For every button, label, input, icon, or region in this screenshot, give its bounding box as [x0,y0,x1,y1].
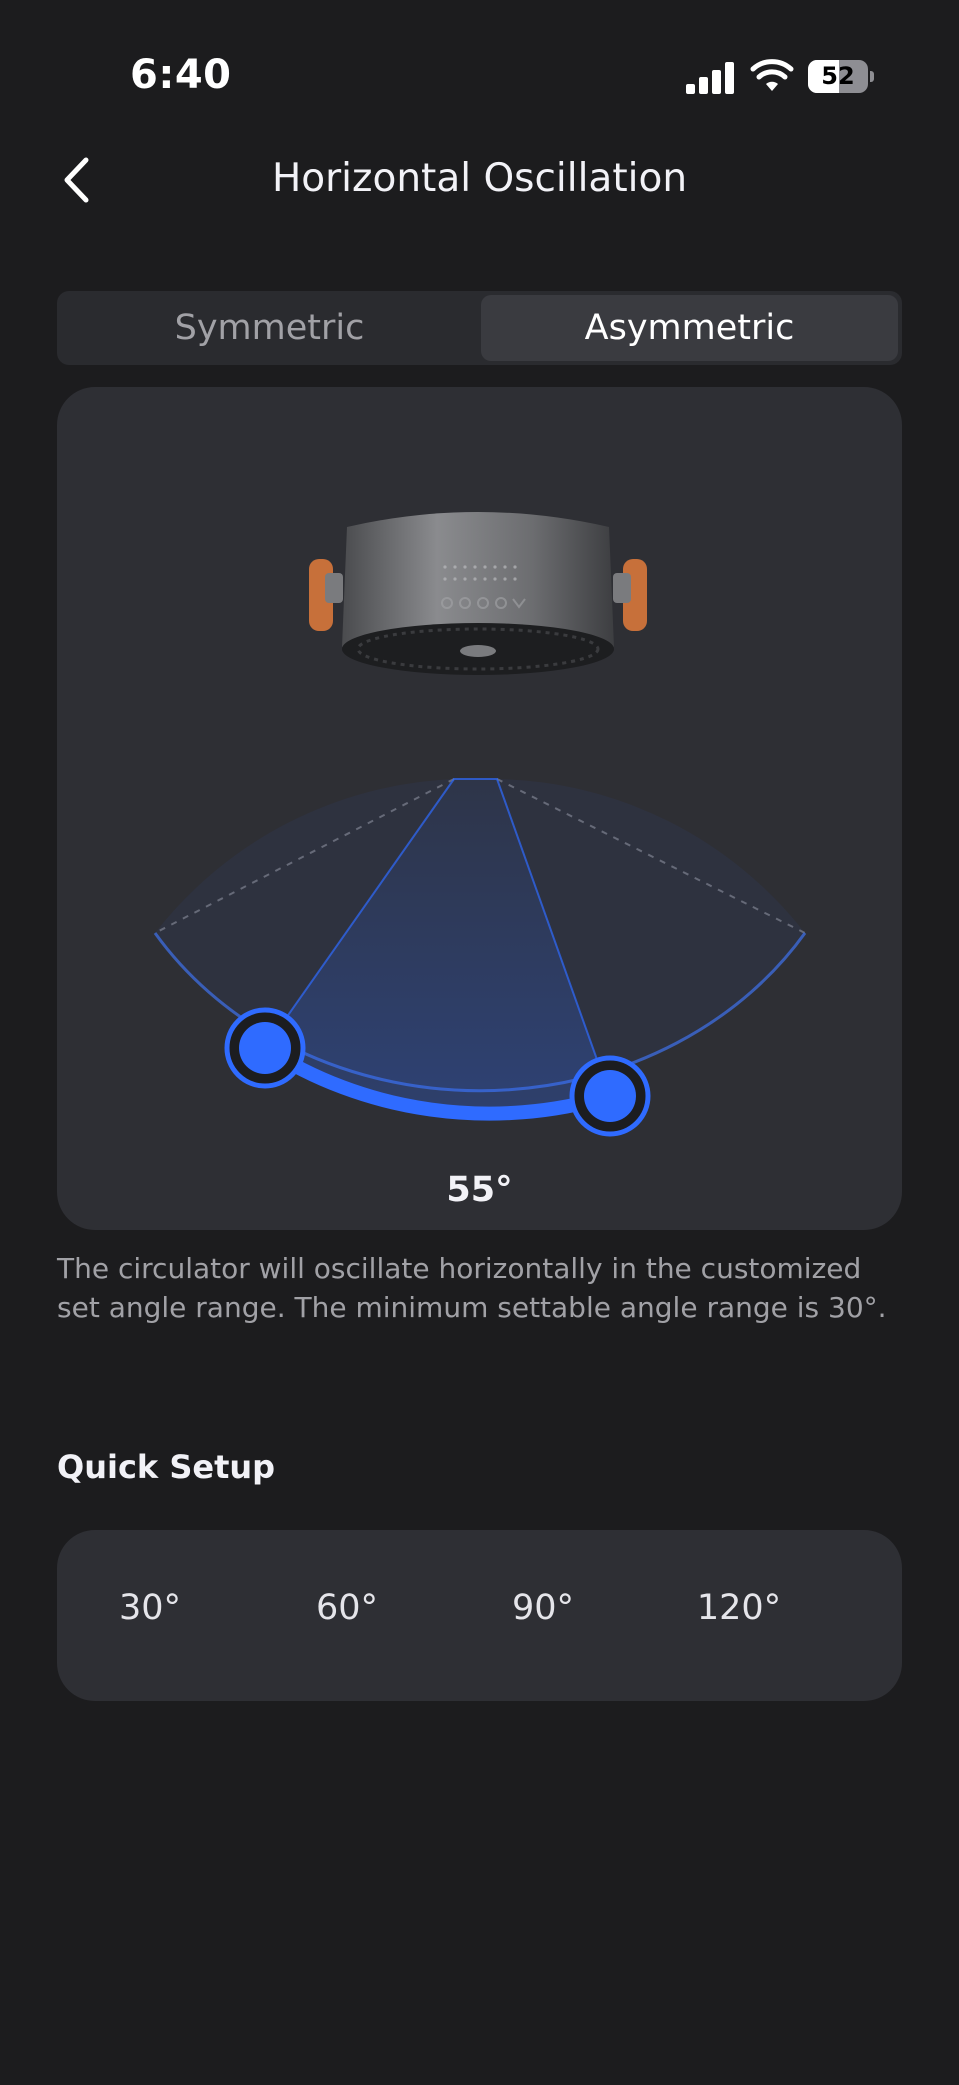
cellular-signal-icon [686,62,734,94]
left-angle-handle[interactable] [224,1007,306,1089]
page-title: Horizontal Oscillation [271,156,688,201]
quick-option-60[interactable]: 60° [257,1588,437,1628]
wifi-icon [750,59,794,91]
quick-option-30[interactable]: 30° [60,1588,240,1628]
tab-symmetric[interactable]: Symmetric [61,295,478,361]
battery-icon: 52 [808,60,868,93]
right-angle-handle[interactable] [569,1055,651,1137]
quick-setup-card: 30° 60° 90° 120° [57,1530,902,1701]
quick-option-120[interactable]: 120° [649,1588,829,1628]
oscillation-angle-card [57,387,902,1230]
quick-setup-title: Quick Setup [57,1448,276,1486]
tab-asymmetric[interactable]: Asymmetric [481,295,898,361]
status-time: 6:40 [130,52,232,98]
mode-segmented-control: Symmetric Asymmetric [57,291,902,365]
oscillation-range-diagram [153,512,807,1137]
oscillation-description: The circulator will oscillate horizontal… [57,1252,887,1324]
oscillation-angle-value: 55° [446,1170,513,1210]
battery-indicator: 52 [808,60,874,93]
quick-option-90[interactable]: 90° [453,1588,633,1628]
status-bar: 6:40 52 [0,0,959,150]
battery-percentage: 52 [821,62,855,90]
navigation-header: Horizontal Oscillation [0,140,959,220]
air-circulator-fan-icon [309,512,647,675]
